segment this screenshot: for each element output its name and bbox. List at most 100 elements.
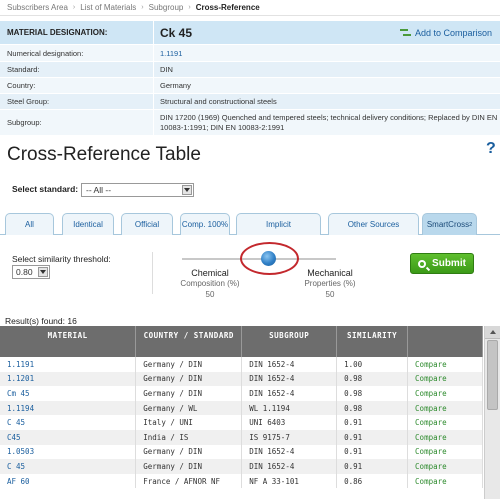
material-link[interactable]: AF 60 bbox=[0, 473, 137, 489]
breadcrumb-list-of-materials[interactable]: List of Materials bbox=[80, 3, 136, 12]
similarity-cell: 0.98 bbox=[336, 371, 409, 387]
material-link[interactable]: 1.1201 bbox=[0, 371, 137, 387]
compare-link[interactable]: Compare bbox=[407, 444, 483, 460]
subgroup-cell: DIN 1652-4 bbox=[241, 371, 338, 387]
tab-all[interactable]: All bbox=[5, 213, 54, 235]
subgroup-cell: DIN 1652-4 bbox=[241, 444, 338, 460]
standard-label: Standard: bbox=[7, 65, 40, 74]
scroll-up-arrow-icon[interactable] bbox=[485, 326, 500, 339]
table-row: 1.1201 Germany / DIN DIN 1652-4 0.98 Com… bbox=[0, 371, 483, 387]
subgroup-cell: NF A 33-101 bbox=[241, 473, 338, 489]
compare-link[interactable]: Compare bbox=[407, 415, 483, 430]
breadcrumb-separator: › bbox=[141, 4, 144, 11]
compare-link[interactable]: Compare bbox=[407, 371, 483, 387]
material-link[interactable]: 1.1191 bbox=[0, 357, 137, 372]
material-link[interactable]: C45 bbox=[0, 429, 137, 445]
country-standard-cell: Germany / DIN bbox=[135, 459, 243, 474]
country-standard-cell: Germany / DIN bbox=[135, 357, 243, 372]
similarity-cell: 0.91 bbox=[336, 429, 409, 445]
breadcrumb-subgroup[interactable]: Subgroup bbox=[149, 3, 184, 12]
column-header-similarity[interactable]: SIMILARITY bbox=[336, 326, 409, 357]
similarity-cell: 0.91 bbox=[336, 444, 409, 460]
numerical-designation-value[interactable]: 1.1191 bbox=[153, 45, 500, 61]
material-link[interactable]: 1.0503 bbox=[0, 444, 137, 460]
similarity-cell: 0.91 bbox=[336, 415, 409, 430]
tab-comp-100[interactable]: Comp. 100% bbox=[180, 213, 230, 235]
tab-other-sources[interactable]: Other Sources bbox=[328, 213, 419, 235]
country-standard-cell: Germany / WL bbox=[135, 400, 243, 416]
table-row: C 45 Germany / DIN DIN 1652-4 0.91 Compa… bbox=[0, 459, 483, 474]
mechanical-title: Mechanical bbox=[307, 268, 353, 278]
results-scrollbar[interactable] bbox=[484, 326, 500, 499]
slider-handle[interactable] bbox=[261, 251, 276, 266]
cross-reference-tabs: All Identical Official Comp. 100% Implic… bbox=[0, 211, 500, 235]
material-link[interactable]: C 45 bbox=[0, 415, 137, 430]
compare-link[interactable]: Compare bbox=[407, 473, 483, 489]
table-row: C 45 Italy / UNI UNI 6403 0.91 Compare bbox=[0, 415, 483, 430]
select-standard-label: Select standard: bbox=[12, 184, 79, 194]
compare-link[interactable]: Compare bbox=[407, 386, 483, 401]
material-designation-label: MATERIAL DESIGNATION: bbox=[7, 28, 108, 37]
material-link[interactable]: C 45 bbox=[0, 459, 137, 474]
country-standard-cell: Germany / DIN bbox=[135, 444, 243, 460]
tab-implicit[interactable]: Implicit bbox=[236, 213, 321, 235]
table-row: 1.0503 Germany / DIN DIN 1652-4 0.91 Com… bbox=[0, 444, 483, 460]
chemical-title: Chemical bbox=[191, 268, 229, 278]
help-icon[interactable]: ? bbox=[486, 140, 496, 158]
similarity-cell: 0.98 bbox=[336, 400, 409, 416]
tab-official[interactable]: Official bbox=[121, 213, 173, 235]
breadcrumb: Subscribers Area › List of Materials › S… bbox=[0, 0, 500, 16]
numerical-designation-label: Numerical designation: bbox=[7, 48, 84, 58]
tab-identical[interactable]: Identical bbox=[62, 213, 114, 235]
standard-select-value: -- All -- bbox=[86, 185, 112, 195]
add-to-comparison-link[interactable]: Add to Comparison bbox=[399, 27, 492, 38]
results-table: MATERIAL COUNTRY / STANDARD SUBGROUP SIM… bbox=[0, 326, 483, 489]
mechanical-value: 50 bbox=[325, 290, 335, 299]
tab-smartcross-sup: 2 bbox=[469, 221, 473, 228]
standard-value: DIN bbox=[153, 62, 500, 77]
chevron-down-icon[interactable] bbox=[38, 267, 48, 277]
scrollbar-thumb[interactable] bbox=[487, 340, 498, 410]
mechanical-subtitle: Properties (%) bbox=[304, 279, 356, 288]
material-designation-row: MATERIAL DESIGNATION: Ck 45 Add to Compa… bbox=[0, 21, 500, 45]
chemical-subtitle: Composition (%) bbox=[180, 279, 240, 288]
country-label: Country: bbox=[7, 81, 36, 90]
column-header-subgroup[interactable]: SUBGROUP bbox=[241, 326, 338, 357]
similarity-threshold-select[interactable]: 0.80 bbox=[12, 265, 50, 279]
similarity-threshold-label: Select similarity threshold: bbox=[12, 254, 111, 264]
compare-link[interactable]: Compare bbox=[407, 429, 483, 445]
results-header-row: MATERIAL COUNTRY / STANDARD SUBGROUP SIM… bbox=[0, 326, 483, 357]
breadcrumb-subscribers-area[interactable]: Subscribers Area bbox=[7, 3, 68, 12]
country-standard-cell: France / AFNOR NF bbox=[135, 473, 243, 489]
chevron-down-icon[interactable] bbox=[182, 185, 192, 195]
similarity-cell: 0.86 bbox=[336, 473, 409, 489]
standard-row: Standard: DIN bbox=[0, 62, 500, 78]
subgroup-cell: UNI 6403 bbox=[241, 415, 338, 430]
steel-group-row: Steel Group: Structural and construction… bbox=[0, 94, 500, 110]
search-icon bbox=[418, 259, 427, 268]
submit-button[interactable]: Submit bbox=[410, 253, 474, 274]
column-header-country-standard[interactable]: COUNTRY / STANDARD bbox=[135, 326, 243, 357]
compare-link[interactable]: Compare bbox=[407, 400, 483, 416]
subgroup-value: DIN 17200 (1969) Quenched and tempered s… bbox=[153, 110, 500, 135]
results-count: Result(s) found: 16 bbox=[5, 316, 77, 326]
page-title: Cross-Reference Table bbox=[7, 144, 201, 165]
standard-select[interactable]: -- All -- bbox=[81, 183, 194, 197]
material-designation-value: Ck 45 bbox=[160, 25, 193, 40]
breadcrumb-separator: › bbox=[188, 4, 191, 11]
material-link[interactable]: 1.1194 bbox=[0, 400, 137, 416]
country-value: Germany bbox=[153, 78, 500, 93]
similarity-cell: 1.00 bbox=[336, 357, 409, 372]
column-header-material[interactable]: MATERIAL bbox=[0, 326, 137, 357]
subgroup-cell: IS 9175-7 bbox=[241, 429, 338, 445]
material-link[interactable]: Cm 45 bbox=[0, 386, 137, 401]
table-row: AF 60 France / AFNOR NF NF A 33-101 0.86… bbox=[0, 473, 483, 489]
divider bbox=[152, 252, 153, 294]
subgroup-row: Subgroup: DIN 17200 (1969) Quenched and … bbox=[0, 110, 500, 136]
similarity-threshold-value: 0.80 bbox=[16, 267, 33, 277]
compare-link[interactable]: Compare bbox=[407, 459, 483, 474]
add-to-comparison-label: Add to Comparison bbox=[414, 27, 492, 38]
compare-link[interactable]: Compare bbox=[407, 357, 483, 372]
tab-smartcross[interactable]: SmartCross 2 bbox=[422, 213, 477, 235]
subgroup-cell: DIN 1652-4 bbox=[241, 357, 338, 372]
